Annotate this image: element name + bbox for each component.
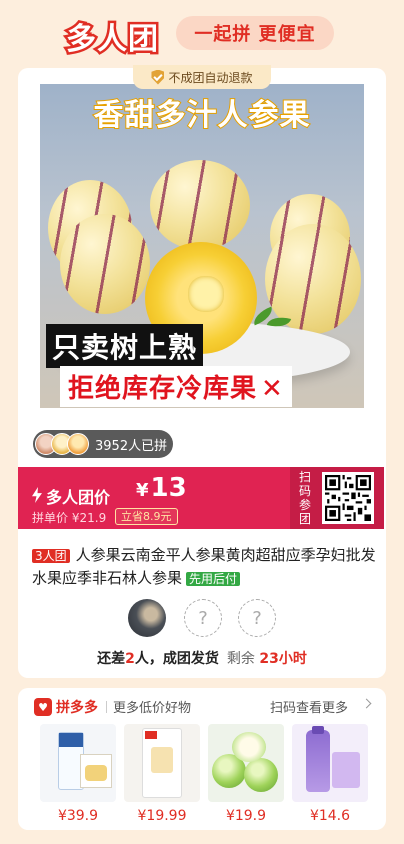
recommend-item[interactable]: ¥14.6	[292, 724, 368, 824]
product-thumbnail	[292, 724, 368, 802]
pinduoduo-logo-icon: ♥	[34, 698, 52, 716]
brand-name: 拼多多	[56, 700, 98, 716]
recommend-item[interactable]: ¥39.9	[40, 724, 116, 824]
refund-guarantee-badge: 不成团自动退款	[133, 65, 271, 89]
product-thumbnail	[124, 724, 200, 802]
qr-code-image	[325, 475, 371, 521]
status-prefix: 还差	[97, 651, 126, 667]
remaining-count: 2	[125, 651, 135, 667]
single-price: 拼单价 ¥21.9	[32, 509, 106, 526]
member-avatar	[128, 599, 166, 637]
fruit-image	[60, 214, 150, 314]
group-price-value: 13	[150, 473, 187, 503]
group-count-pill: 3952人已拼	[33, 430, 173, 458]
timer-label: 剩余	[226, 651, 255, 667]
image-caption-no-stock: 拒绝库存冷库果 ✕	[60, 366, 292, 407]
guava-image	[244, 758, 278, 792]
item-price: ¥19.9	[225, 808, 267, 824]
recommend-subtitle: 更多低价好物	[113, 701, 192, 716]
product-thumbnail	[40, 724, 116, 802]
snack-box-image	[80, 754, 112, 788]
app-logo: 多人团	[64, 20, 161, 60]
group-price-label: 多人团价	[46, 488, 111, 507]
qr-join-panel[interactable]: 扫码参团	[290, 467, 384, 529]
guava-half-image	[232, 732, 266, 762]
single-price-label: 拼单价	[32, 511, 69, 525]
recommend-item[interactable]: ¥19.9	[208, 724, 284, 824]
group-size-tag: 3人团	[32, 549, 70, 563]
image-caption-no-stock-text: 拒绝库存冷库果	[68, 374, 258, 404]
slogan-pill: 一起拼 更便宜	[176, 16, 334, 50]
fruit-core	[188, 276, 224, 312]
save-amount-tag: 立省8.9元	[115, 508, 178, 525]
empty-member-slot[interactable]: ?	[184, 599, 222, 637]
divider	[106, 701, 107, 713]
product-thumbnail	[208, 724, 284, 802]
image-title: 香甜多汁人参果	[93, 97, 311, 134]
qr-code[interactable]	[322, 472, 374, 524]
cross-icon: ✕	[261, 374, 284, 404]
group-status: 还差2人，成团发货 剩余 23小时	[0, 648, 404, 668]
status-suffix: 人，成团发货	[134, 651, 219, 667]
qr-label: 扫码参团	[298, 470, 311, 526]
item-price: ¥14.6	[309, 808, 351, 824]
avatar	[67, 433, 89, 455]
empty-member-slot[interactable]: ?	[238, 599, 276, 637]
countdown-timer: 23小时	[259, 651, 307, 667]
flour-bag-image	[142, 728, 182, 798]
refill-pouch-image	[332, 752, 360, 788]
currency-symbol: ¥	[136, 480, 149, 501]
shield-check-icon	[151, 69, 165, 85]
lightning-icon	[32, 487, 42, 503]
item-price: ¥39.9	[57, 808, 99, 824]
product-image[interactable]: 香甜多汁人参果 只卖树上熟 拒绝库存冷库果 ✕	[40, 84, 364, 408]
product-title: 3人团 人参果云南金平人参果黄肉超甜应季孕妇批发水果应季非石林人参果 先用后付	[32, 544, 376, 590]
detergent-bottle-image	[306, 726, 330, 792]
header: 多人团 一起拼 更便宜	[0, 0, 404, 62]
scan-more-link[interactable]: 扫码查看更多	[270, 697, 348, 716]
single-price-value: ¥21.9	[71, 511, 107, 525]
group-count-text: 3952人已拼	[95, 438, 168, 454]
pay-later-tag: 先用后付	[186, 572, 241, 586]
image-caption-fresh: 只卖树上熟	[46, 324, 204, 368]
price-info: 多人团价 ¥13 拼单价 ¥21.9 立省8.9元	[18, 467, 290, 529]
refund-guarantee-text: 不成团自动退款	[168, 70, 253, 85]
group-price: ¥13	[136, 473, 187, 503]
item-price: ¥19.99	[137, 808, 187, 824]
recommend-item[interactable]: ¥19.99	[124, 724, 200, 824]
fruit-image	[150, 160, 250, 250]
